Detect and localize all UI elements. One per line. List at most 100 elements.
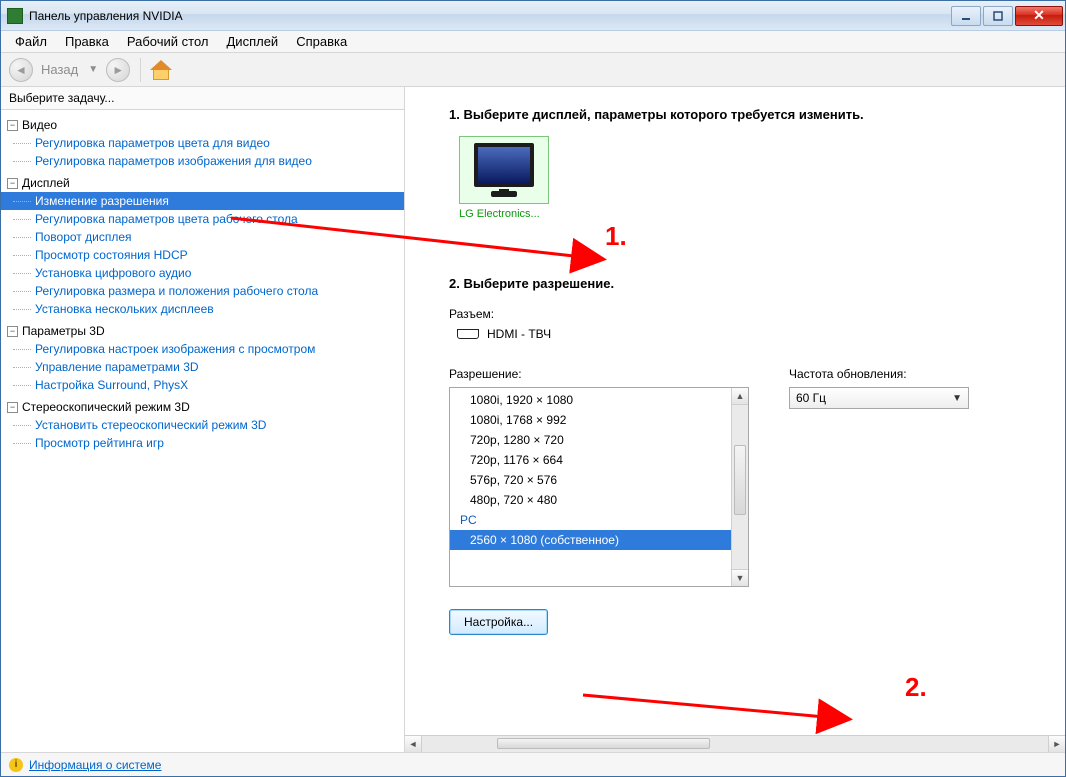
window-controls: ✕ [949, 1, 1065, 30]
scroll-up-icon[interactable]: ▲ [732, 388, 748, 405]
hscroll-right-icon[interactable]: ► [1048, 736, 1065, 752]
tree-item-3d-manage[interactable]: Управление параметрами 3D [1, 358, 404, 376]
task-sidebar: Выберите задачу... − Видео Регулировка п… [1, 87, 405, 752]
hdmi-icon [457, 329, 479, 339]
configure-button-label: Настройка... [464, 615, 533, 629]
menu-file[interactable]: Файл [7, 32, 55, 51]
tree-group-stereo3d: − Стереоскопический режим 3D Установить … [1, 398, 404, 452]
connector-label: Разъем: [449, 307, 1037, 321]
res-item[interactable]: 1080i, 1768 × 992 [450, 410, 731, 430]
hscroll-track[interactable] [422, 736, 1048, 752]
connector-row: HDMI - ТВЧ [457, 327, 1037, 341]
tree-item-multi-display[interactable]: Установка нескольких дисплеев [1, 300, 404, 318]
refresh-value: 60 Гц [796, 391, 826, 405]
close-icon: ✕ [1033, 7, 1045, 24]
resolution-label: Разрешение: [449, 367, 749, 381]
maximize-button[interactable] [983, 6, 1013, 26]
tree-group-head[interactable]: − Параметры 3D [1, 322, 404, 340]
monitor-tile[interactable] [459, 136, 549, 204]
tree-item-stereo-set[interactable]: Установить стереоскопический режим 3D [1, 416, 404, 434]
tree-group-label: Параметры 3D [22, 324, 105, 338]
tree-group-3d: − Параметры 3D Регулировка настроек изоб… [1, 322, 404, 394]
res-item[interactable]: 480p, 720 × 480 [450, 490, 731, 510]
step2-title: 2. Выберите разрешение. [449, 276, 1037, 291]
task-tree: − Видео Регулировка параметров цвета для… [1, 110, 404, 752]
arrow-left-icon: ◄ [15, 63, 27, 77]
tree-item-size-position[interactable]: Регулировка размера и положения рабочего… [1, 282, 404, 300]
nav-forward-button[interactable]: ► [106, 58, 130, 82]
tree-group-label: Стереоскопический режим 3D [22, 400, 190, 414]
res-item[interactable]: 576p, 720 × 576 [450, 470, 731, 490]
system-info-link[interactable]: Информация о системе [29, 758, 161, 772]
content-pane: 1. Выберите дисплей, параметры которого … [405, 87, 1065, 752]
tree-collapse-icon[interactable]: − [7, 178, 18, 189]
res-group-pc: PC [450, 510, 731, 530]
scroll-thumb[interactable] [734, 445, 746, 515]
tree-group-label: Дисплей [22, 176, 70, 190]
tree-collapse-icon[interactable]: − [7, 402, 18, 413]
tree-group-head[interactable]: − Дисплей [1, 174, 404, 192]
tree-collapse-icon[interactable]: − [7, 120, 18, 131]
nav-back-label: Назад [41, 62, 78, 77]
tree-item-3d-image[interactable]: Регулировка настроек изображения с просм… [1, 340, 404, 358]
main-split: Выберите задачу... − Видео Регулировка п… [1, 87, 1065, 752]
annotation-2: 2. [905, 672, 927, 703]
nav-toolbar: ◄ Назад ▼ ► [1, 53, 1065, 87]
arrow-right-icon: ► [112, 63, 124, 77]
tree-item-rotate[interactable]: Поворот дисплея [1, 228, 404, 246]
tree-item-video-image[interactable]: Регулировка параметров изображения для в… [1, 152, 404, 170]
titlebar: Панель управления NVIDIA ✕ [1, 1, 1065, 31]
minimize-icon [961, 11, 971, 21]
resolution-list[interactable]: 1080i, 1920 × 1080 1080i, 1768 × 992 720… [449, 387, 749, 587]
nvidia-window: Панель управления NVIDIA ✕ Файл Правка Р… [0, 0, 1066, 777]
nav-back-button[interactable]: ◄ [9, 58, 33, 82]
close-button[interactable]: ✕ [1015, 6, 1063, 26]
configure-button[interactable]: Настройка... [449, 609, 548, 635]
scroll-down-icon[interactable]: ▼ [732, 569, 748, 586]
sidebar-header: Выберите задачу... [1, 87, 404, 110]
maximize-icon [993, 11, 1003, 21]
info-icon: i [9, 758, 23, 772]
window-title: Панель управления NVIDIA [29, 9, 183, 23]
annotation-1: 1. [605, 221, 627, 252]
tree-item-digital-audio[interactable]: Установка цифрового аудио [1, 264, 404, 282]
nav-separator [140, 58, 141, 82]
tree-group-head[interactable]: − Видео [1, 116, 404, 134]
menu-desktop[interactable]: Рабочий стол [119, 32, 217, 51]
monitor-label: LG Electronics... [459, 208, 1037, 220]
menu-edit[interactable]: Правка [57, 32, 117, 51]
menu-display[interactable]: Дисплей [219, 32, 287, 51]
step1-title: 1. Выберите дисплей, параметры которого … [449, 107, 1037, 122]
refresh-label: Частота обновления: [789, 367, 1009, 381]
tree-group-head[interactable]: − Стереоскопический режим 3D [1, 398, 404, 416]
minimize-button[interactable] [951, 6, 981, 26]
monitor-icon [474, 143, 534, 187]
tree-group-label: Видео [22, 118, 57, 132]
res-item[interactable]: 720p, 1176 × 664 [450, 450, 731, 470]
tree-item-game-rating[interactable]: Просмотр рейтинга игр [1, 434, 404, 452]
menu-help[interactable]: Справка [288, 32, 355, 51]
tree-group-display: − Дисплей Изменение разрешения Регулиров… [1, 174, 404, 318]
hscroll-thumb[interactable] [497, 738, 710, 749]
res-item-selected[interactable]: 2560 × 1080 (собственное) [450, 530, 731, 550]
statusbar: i Информация о системе [1, 752, 1065, 776]
tree-item-change-resolution[interactable]: Изменение разрешения [1, 192, 404, 210]
refresh-select[interactable]: 60 Гц ▼ [789, 387, 969, 409]
nav-history-dropdown[interactable]: ▼ [84, 64, 102, 75]
home-icon[interactable] [151, 60, 171, 80]
resolution-column: Разрешение: 1080i, 1920 × 1080 1080i, 17… [449, 351, 749, 635]
tree-item-surround[interactable]: Настройка Surround, PhysX [1, 376, 404, 394]
res-item[interactable]: 720p, 1280 × 720 [450, 430, 731, 450]
tree-group-video: − Видео Регулировка параметров цвета для… [1, 116, 404, 170]
tree-item-hdcp[interactable]: Просмотр состояния HDCP [1, 246, 404, 264]
tree-collapse-icon[interactable]: − [7, 326, 18, 337]
tree-item-video-color[interactable]: Регулировка параметров цвета для видео [1, 134, 404, 152]
chevron-down-icon: ▼ [952, 393, 962, 404]
res-scrollbar[interactable]: ▲ ▼ [731, 388, 748, 586]
content-hscroll[interactable]: ◄ ► [405, 735, 1065, 752]
menubar: Файл Правка Рабочий стол Дисплей Справка [1, 31, 1065, 53]
connector-value: HDMI - ТВЧ [487, 327, 551, 341]
res-item[interactable]: 1080i, 1920 × 1080 [450, 390, 731, 410]
hscroll-left-icon[interactable]: ◄ [405, 736, 422, 752]
tree-item-desktop-color[interactable]: Регулировка параметров цвета рабочего ст… [1, 210, 404, 228]
